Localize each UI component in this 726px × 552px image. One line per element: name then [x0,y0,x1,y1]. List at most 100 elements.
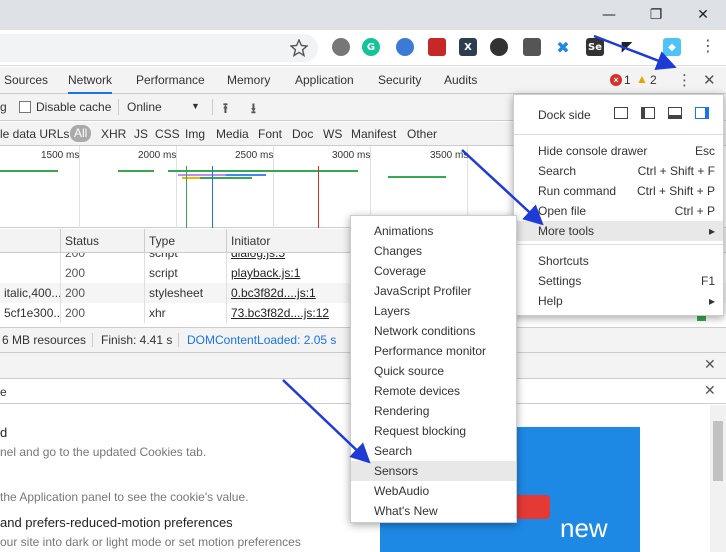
drawer-scrollbar[interactable] [710,405,726,552]
menu-item-run-command[interactable]: Run command Ctrl + Shift + P [514,181,723,201]
close-tab-icon[interactable]: ✕ [704,383,716,399]
filter-js[interactable]: JS [134,122,148,146]
chevron-down-icon[interactable]: ▼ [191,101,200,111]
extension-code-icon[interactable] [523,38,541,56]
filter-css[interactable]: CSS [155,122,180,146]
menu-item-javascript-profiler[interactable]: JavaScript Profiler [351,281,516,301]
filter-other[interactable]: Other [407,122,437,146]
undock-icon[interactable] [614,107,628,119]
tab-application[interactable]: Application [295,67,354,94]
address-bar[interactable] [0,34,318,62]
cell-initiator[interactable]: 73.bc3f82d....js:12 [226,303,352,323]
disable-cache-label[interactable]: Disable cache [36,100,111,114]
menu-item-remote-devices[interactable]: Remote devices [351,381,516,401]
tab-performance[interactable]: Performance [136,67,205,94]
marker-line [212,166,213,228]
timing-bar [168,170,358,172]
extension-circle-icon[interactable] [332,38,350,56]
dock-right-icon[interactable] [695,107,709,119]
column-type[interactable]: Type [144,229,226,253]
resources-size: 6 MB resources [2,333,87,347]
cell-type: stylesheet [144,283,226,303]
tab-network[interactable]: Network [68,67,113,94]
finish-time: Finish: 4.41 s [101,333,173,347]
filter-doc[interactable]: Doc [292,122,313,146]
throttle-select[interactable]: Online [127,100,162,114]
cell-status: 200 [60,253,144,263]
close-devtools-icon[interactable]: ✕ [703,71,716,89]
menu-item-webaudio[interactable]: WebAudio [351,481,516,501]
column-status[interactable]: Status [60,229,144,253]
export-har-icon[interactable]: ⭳ [251,98,256,122]
drawer-tab-whats-new[interactable]: e [0,385,7,399]
menu-item-animations[interactable]: Animations [351,221,516,241]
filter-img[interactable]: Img [185,122,205,146]
extension-crossed-tools-icon[interactable]: ✖ [554,38,572,57]
menu-item-changes[interactable]: Changes [351,241,516,261]
filter-media[interactable]: Media [216,122,249,146]
grammarly-icon[interactable]: G [362,38,380,56]
menu-item-whats-new[interactable]: What's New [351,501,516,521]
menu-item-open-file[interactable]: Open file Ctrl + P [514,201,723,221]
filter-manifest[interactable]: Manifest [351,122,396,146]
warning-icon: ▲ [636,72,648,86]
release-note-heading: and prefers-reduced-motion preferences [0,515,233,530]
dock-left-icon[interactable] [641,107,655,119]
cell-name [0,263,60,283]
menu-item-rendering[interactable]: Rendering [351,401,516,421]
menu-item-request-blocking[interactable]: Request blocking [351,421,516,441]
filter-font[interactable]: Font [258,122,282,146]
menu-item-quick-source[interactable]: Quick source [351,361,516,381]
menu-item-search[interactable]: Search [351,441,516,461]
cell-initiator[interactable]: 0.bc3f82d....js:1 [226,283,352,303]
close-drawer-icon[interactable]: ✕ [704,357,716,373]
browser-menu-icon[interactable]: ⋮ [700,36,716,55]
column-initiator[interactable]: Initiator [226,229,352,253]
cell-initiator[interactable]: playback.js:1 [226,263,352,283]
extension-compass-icon[interactable] [396,38,414,56]
extension-doc-icon[interactable] [428,38,446,56]
devtools-menu-icon[interactable]: ⋮ [677,71,692,89]
filter-ws[interactable]: WS [323,122,342,146]
dock-bottom-icon[interactable] [668,107,682,119]
hide-data-urls-label[interactable]: le data URLs [0,122,69,146]
cell-type: xhr [144,303,226,323]
menu-item-search[interactable]: Search Ctrl + Shift + F [514,161,723,181]
filter-all[interactable]: All [70,125,92,142]
extension-x-icon[interactable]: X [459,38,477,56]
error-count[interactable]: 1 [624,73,631,87]
disable-cache-checkbox[interactable] [19,101,31,113]
import-har-icon[interactable]: ⭱ [223,98,228,122]
menu-item-performance-monitor[interactable]: Performance monitor [351,341,516,361]
tab-memory[interactable]: Memory [227,67,270,94]
extension-dark-circle-icon[interactable] [490,38,508,56]
extension-diamond-icon[interactable]: ◆ [663,38,681,56]
menu-item-hide-console-drawer[interactable]: Hide console drawer Esc [514,141,723,161]
menu-item-more-tools[interactable]: More tools ▸ [514,221,723,241]
cell-initiator[interactable]: dialog.js:5 [226,253,352,263]
extension-arrow-icon[interactable]: ◤ [618,38,636,56]
filter-xhr[interactable]: XHR [101,122,126,146]
menu-item-settings[interactable]: Settings F1 [514,271,723,291]
warning-count[interactable]: 2 [650,73,657,87]
bookmark-star-icon[interactable] [290,39,308,57]
dom-content-loaded-time: DOMContentLoaded: 2.05 s [187,333,337,347]
close-window-button[interactable]: ✕ [680,0,726,30]
menu-item-help[interactable]: Help ▸ [514,291,723,311]
release-note-text: our site into dark or light mode or set … [0,535,301,549]
tab-sources[interactable]: Sources [4,67,48,94]
menu-item-network-conditions[interactable]: Network conditions [351,321,516,341]
scrollbar-thumb[interactable] [713,421,723,481]
menu-item-coverage[interactable]: Coverage [351,261,516,281]
menu-item-layers[interactable]: Layers [351,301,516,321]
dock-side-label: Dock side [538,108,591,122]
menu-item-shortcuts[interactable]: Shortcuts [514,251,723,271]
maximize-button[interactable]: ❐ [633,0,679,30]
devtools-main-menu: Dock side Hide console drawer Esc Search C… [513,94,724,316]
tab-security[interactable]: Security [378,67,421,94]
selenium-icon[interactable]: Se [586,38,604,56]
menu-item-sensors[interactable]: Sensors [351,461,516,481]
preserve-log-label[interactable]: g [0,100,7,114]
tab-audits[interactable]: Audits [444,67,477,94]
minimize-button[interactable]: — [586,0,632,30]
